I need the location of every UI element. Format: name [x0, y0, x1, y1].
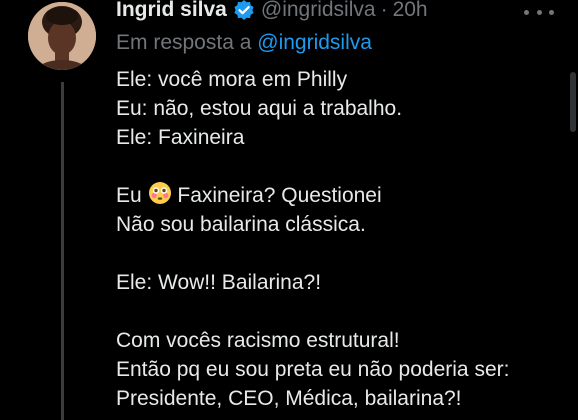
- separator-dot: ·: [380, 0, 388, 21]
- scrollbar[interactable]: [570, 72, 576, 132]
- tweet-line: Ele: Wow!! Bailarina?!: [116, 271, 322, 294]
- more-dot: [536, 9, 542, 15]
- tweet-line: Presidente, CEO, Médica, bailarina?!: [116, 387, 462, 410]
- reply-context: Em resposta a @ingridsilva: [116, 30, 372, 56]
- avatar[interactable]: [28, 2, 96, 70]
- tweet-line: Ele: você mora em Philly: [116, 68, 348, 91]
- author-handle[interactable]: @ingridsilva: [261, 0, 376, 23]
- more-dot: [524, 9, 529, 15]
- tweet-body: Ele: você mora em Philly Eu: não, estou …: [116, 65, 509, 413]
- line-prefix: Eu: [116, 184, 142, 207]
- flushed-face-emoji: [148, 181, 172, 213]
- tweet-line: Com vocês racismo estrutural!: [116, 329, 400, 352]
- reply-prefix: Em resposta a: [116, 31, 252, 54]
- tweet: Ingrid silva @ingridsilva · 20h Em respo…: [0, 0, 578, 420]
- tweet-line: Eu Faxineira? Questionei: [116, 181, 509, 210]
- verified-badge-icon: [233, 0, 255, 21]
- tweet-line: Eu: não, estou aqui a trabalho.: [116, 97, 403, 120]
- line-text: Faxineira? Questionei: [177, 184, 382, 207]
- tweet-line: Não sou bailarina clássica.: [116, 213, 366, 236]
- tweet-line: Então pq eu sou preta eu não poderia ser…: [116, 358, 510, 381]
- tweet-line: Ele: Faxineira: [116, 126, 245, 149]
- tweet-timestamp[interactable]: 20h: [393, 0, 428, 23]
- thread-line: [61, 82, 64, 420]
- more-options-icon[interactable]: [524, 4, 554, 20]
- tweet-header: Ingrid silva @ingridsilva · 20h: [116, 0, 428, 23]
- author-name[interactable]: Ingrid silva: [116, 0, 227, 23]
- more-dot: [549, 9, 554, 15]
- reply-handle-link[interactable]: @ingridsilva: [257, 31, 372, 54]
